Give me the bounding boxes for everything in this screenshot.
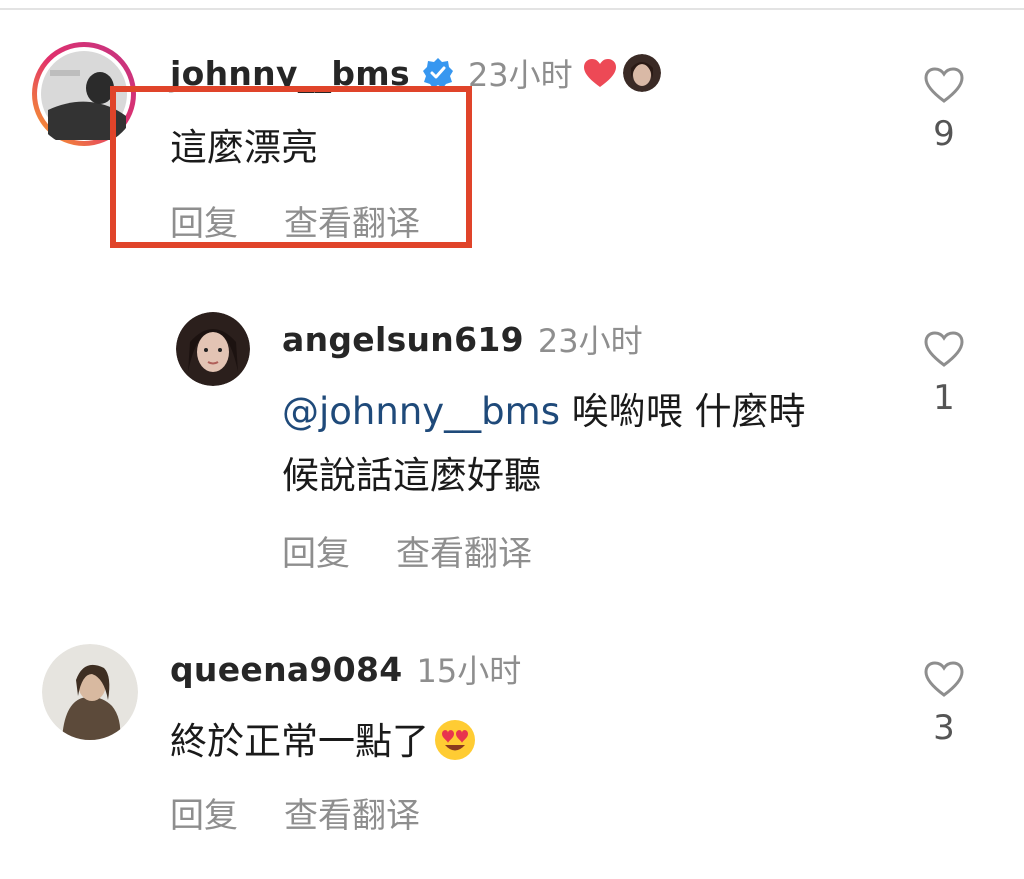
heart-outline-icon[interactable] — [923, 330, 965, 368]
comment-actions: 回复 查看翻译 — [170, 788, 420, 837]
comment-text-line2: 候說話這麼好聽 — [282, 454, 541, 497]
mention-link[interactable]: @johnny__bms — [282, 390, 560, 433]
heart-outline-icon[interactable] — [923, 66, 965, 104]
comment-text: 終於正常一點了 — [170, 720, 429, 763]
translate-button[interactable]: 查看翻译 — [396, 526, 532, 575]
like-block: 9 — [914, 66, 974, 154]
reply-button[interactable]: 回复 — [282, 526, 350, 575]
author-avatar-icon — [622, 54, 661, 92]
like-count: 3 — [933, 708, 955, 748]
verified-badge-icon — [422, 57, 454, 89]
like-count: 1 — [933, 378, 955, 418]
comment-actions: 回复 查看翻译 — [282, 526, 532, 575]
heart-outline-icon[interactable] — [923, 660, 965, 698]
comment-text-line1: 唉喲喂 什麼時 — [559, 390, 806, 433]
highlight-box — [110, 86, 472, 248]
comment-time: 23小时 — [467, 56, 573, 94]
comment-header: queena9084 15小时 — [170, 646, 521, 692]
heart-eyes-emoji-icon — [433, 718, 477, 762]
avatar[interactable] — [176, 312, 250, 386]
username[interactable]: queena9084 — [170, 650, 403, 689]
like-block: 3 — [914, 660, 974, 748]
like-count: 9 — [933, 114, 955, 154]
like-block: 1 — [914, 330, 974, 418]
username[interactable]: angelsun619 — [282, 320, 524, 359]
comment-header: angelsun619 23小时 — [282, 316, 643, 362]
comment-text: @johnny__bms 唉喲喂 什麼時 候說話這麼好聽 — [282, 380, 806, 508]
comment-time: 23小时 — [537, 322, 643, 360]
comment-text-row: 終於正常一點了 — [170, 710, 477, 774]
translate-button[interactable]: 查看翻译 — [284, 788, 420, 837]
comment-time: 15小时 — [416, 652, 522, 690]
avatar[interactable] — [42, 644, 138, 740]
reply-button[interactable]: 回复 — [170, 788, 238, 837]
top-divider — [0, 8, 1024, 10]
liked-heart-icon — [583, 58, 617, 88]
